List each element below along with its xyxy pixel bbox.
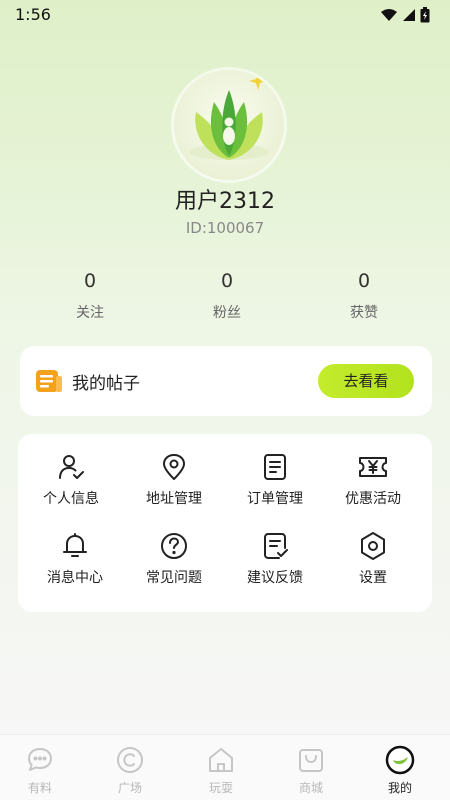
location-pin-icon bbox=[163, 454, 185, 480]
tab-wode[interactable]: 我的 bbox=[365, 745, 435, 796]
menu-label: 常见问题 bbox=[146, 570, 202, 586]
my-posts-card[interactable]: 我的帖子 去看看 bbox=[20, 346, 432, 416]
stat-following-label: 关注 bbox=[76, 305, 104, 321]
battery-icon bbox=[420, 7, 430, 23]
stat-fans-label: 粉丝 bbox=[213, 305, 241, 321]
document-icon bbox=[264, 454, 286, 480]
status-icons bbox=[380, 7, 430, 23]
stat-fans[interactable]: 0 粉丝 bbox=[177, 270, 277, 322]
menu-label: 消息中心 bbox=[47, 570, 103, 586]
posts-document-icon bbox=[36, 370, 62, 392]
menu-item-address[interactable]: 地址管理 bbox=[124, 452, 224, 508]
tab-wanshua[interactable]: 玩耍 bbox=[186, 745, 256, 796]
menu-item-promotions[interactable]: 优惠活动 bbox=[323, 452, 423, 508]
tab-label: 我的 bbox=[387, 781, 412, 795]
coupon-yen-icon bbox=[359, 457, 387, 477]
stat-fans-value: 0 bbox=[220, 270, 234, 292]
home-icon bbox=[209, 748, 233, 772]
status-bar: 1:56 bbox=[0, 0, 450, 30]
shopping-bag-icon bbox=[299, 749, 323, 772]
wifi-icon bbox=[381, 9, 397, 21]
stats-row: 0 关注 0 粉丝 0 获赞 bbox=[0, 270, 450, 330]
menu-item-orders[interactable]: 订单管理 bbox=[225, 452, 325, 508]
tab-label: 广场 bbox=[117, 781, 142, 795]
person-check-icon bbox=[59, 455, 84, 479]
menu-item-feedback[interactable]: 建议反馈 bbox=[225, 531, 325, 587]
menu-item-settings[interactable]: 设置 bbox=[323, 531, 423, 587]
avatar[interactable] bbox=[174, 70, 284, 180]
user-id: ID:100067 bbox=[185, 219, 265, 237]
menu-grid-card: 个人信息 地址管理 订单管理 优惠活动 消息中心 常见问题 建议反馈 设置 bbox=[18, 434, 432, 612]
cellular-signal-icon bbox=[403, 9, 415, 21]
plaza-circle-icon bbox=[117, 747, 143, 773]
profile-leaf-icon bbox=[385, 745, 415, 775]
menu-label: 地址管理 bbox=[146, 491, 202, 507]
stat-likes-label: 获赞 bbox=[350, 305, 378, 321]
menu-label: 建议反馈 bbox=[247, 570, 303, 586]
tab-guangchang[interactable]: 广场 bbox=[95, 745, 165, 796]
menu-item-personal-info[interactable]: 个人信息 bbox=[21, 452, 121, 508]
menu-label: 订单管理 bbox=[247, 491, 303, 507]
view-posts-button[interactable]: 去看看 bbox=[318, 364, 414, 398]
menu-label: 优惠活动 bbox=[345, 491, 401, 507]
question-circle-icon bbox=[161, 533, 187, 559]
stat-following[interactable]: 0 关注 bbox=[40, 270, 140, 322]
stat-following-value: 0 bbox=[83, 270, 97, 292]
bell-icon bbox=[63, 533, 87, 557]
bottom-tab-bar: 有料 广场 玩耍 商城 我的 bbox=[0, 734, 450, 800]
stat-likes-value: 0 bbox=[357, 270, 371, 292]
menu-item-faq[interactable]: 常见问题 bbox=[124, 531, 224, 587]
username: 用户2312 bbox=[175, 189, 275, 214]
tab-shangcheng[interactable]: 商城 bbox=[276, 745, 346, 796]
menu-item-messages[interactable]: 消息中心 bbox=[25, 531, 125, 587]
stat-likes[interactable]: 0 获赞 bbox=[314, 270, 414, 322]
my-posts-title: 我的帖子 bbox=[72, 374, 140, 394]
tab-label: 玩耍 bbox=[208, 781, 233, 795]
chat-bubble-icon bbox=[28, 748, 52, 771]
lotus-logo-icon bbox=[189, 72, 269, 160]
tab-label: 有料 bbox=[27, 781, 52, 795]
feedback-document-icon bbox=[264, 533, 288, 559]
hexagon-settings-icon bbox=[361, 532, 385, 560]
menu-label: 个人信息 bbox=[43, 491, 99, 507]
tab-youliao[interactable]: 有料 bbox=[5, 745, 75, 796]
status-time: 1:56 bbox=[15, 5, 51, 24]
tab-label: 商城 bbox=[298, 781, 323, 795]
menu-label: 设置 bbox=[359, 570, 387, 586]
